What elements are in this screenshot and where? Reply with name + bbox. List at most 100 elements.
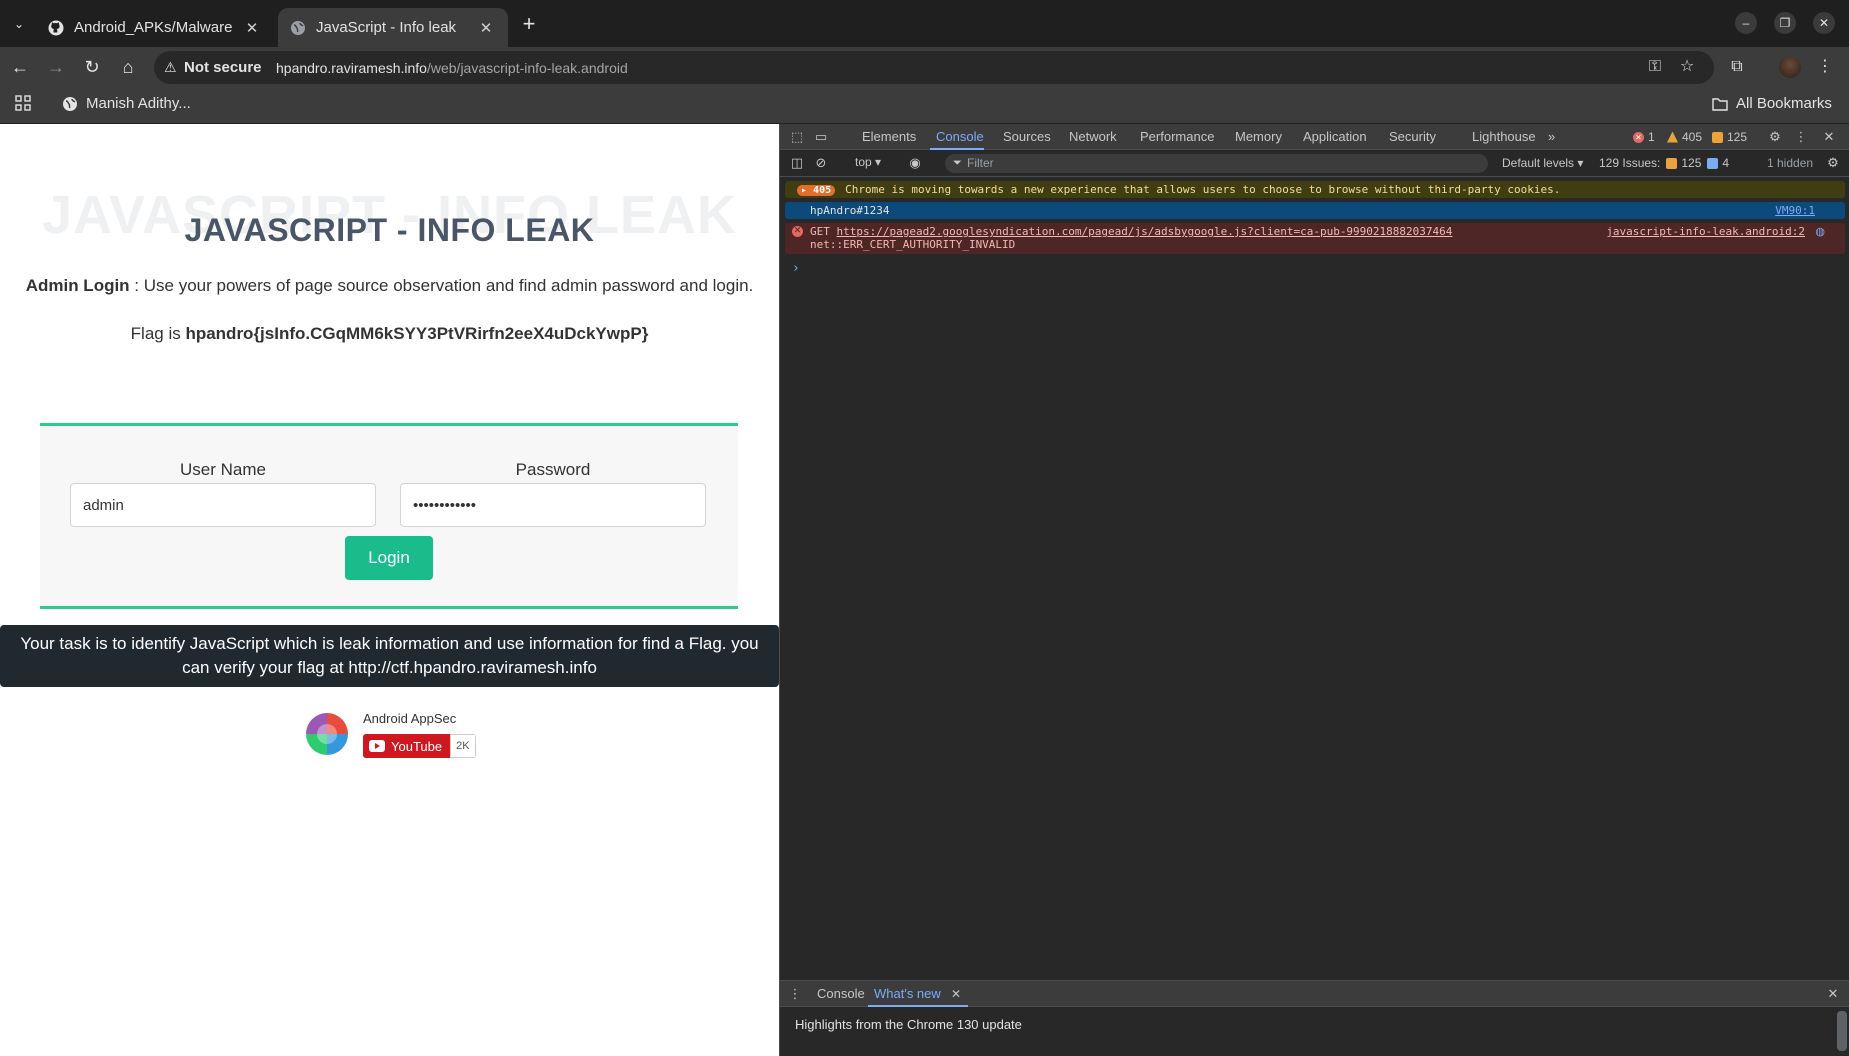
youtube-subscribe-button[interactable]: YouTube 2K <box>363 734 476 758</box>
channel-name[interactable]: Android AppSec <box>363 711 456 726</box>
tab-network[interactable]: Network <box>1069 129 1117 144</box>
channel-logo[interactable] <box>306 713 348 755</box>
tab-application[interactable]: Application <box>1303 129 1367 144</box>
tab-search-icon[interactable]: ⌄ <box>6 11 32 37</box>
console-filter-input[interactable]: ⏷ Filter <box>945 154 1488 173</box>
warning-icon[interactable]: ⚠ <box>164 59 177 76</box>
devtools-panel: ⬚ ▭ Elements Console Sources Network Per… <box>779 124 1849 1056</box>
profile-avatar[interactable] <box>1779 56 1801 78</box>
repeat-count-badge[interactable]: ▸ 405 <box>797 185 836 196</box>
more-tabs-icon[interactable]: » <box>1548 129 1555 144</box>
menu-kebab-icon[interactable]: ⋮ <box>1815 57 1835 77</box>
globe-icon <box>291 20 305 35</box>
security-label[interactable]: Not secure <box>184 59 262 76</box>
device-toolbar-icon[interactable]: ▭ <box>812 128 830 146</box>
console-warning-message[interactable]: ▸ 405 Chrome is moving towards a new expe… <box>785 181 1845 198</box>
drawer-scrollbar[interactable] <box>1837 1011 1847 1051</box>
settings-gear-icon[interactable]: ⚙ <box>1766 128 1784 146</box>
issue-info-icon <box>1707 157 1719 169</box>
console-filter-bar: ◫ ⊘ top ▾ ◉ ⏷ Filter Default levels ▾ 129… <box>780 150 1849 177</box>
address-bar[interactable]: ⚠ Not secure hpandro.raviramesh.info/web… <box>154 51 1714 84</box>
network-globe-icon[interactable]: ◍ <box>1815 225 1825 238</box>
drawer-tabbar: ⋮ Console What's new ✕ ✕ <box>780 981 1849 1007</box>
log-source-link[interactable]: VM90:1 <box>1775 204 1815 217</box>
issues-count[interactable]: 125 <box>1712 130 1747 144</box>
minimize-icon[interactable]: – <box>1735 12 1757 34</box>
error-url-link[interactable]: https://pagead2.googlesyndication.com/pa… <box>837 225 1453 238</box>
devtools-drawer: ⋮ Console What's new ✕ ✕ Highlights from… <box>780 980 1849 1056</box>
bookmark-star-icon[interactable]: ☆ <box>1677 57 1697 77</box>
bookmark-item[interactable]: Manish Adithy... <box>62 95 191 112</box>
console-log-message[interactable]: hpAndro#1234 VM90:1 <box>785 202 1845 219</box>
tab-github[interactable]: Android_APKs/Malware ✕ <box>36 8 274 47</box>
drawer-tab-console[interactable]: Console <box>817 986 865 1001</box>
password-input[interactable]: •••••••••••• <box>400 483 706 527</box>
context-select[interactable]: top ▾ <box>855 155 881 169</box>
sidebar-toggle-icon[interactable]: ◫ <box>788 154 806 172</box>
error-icon: ✕ <box>792 226 803 237</box>
live-expression-eye-icon[interactable]: ◉ <box>906 154 924 172</box>
back-icon[interactable]: ← <box>8 55 32 79</box>
tab-strip: ⌄ Android_APKs/Malware ✕ JavaScript - In… <box>0 0 1849 47</box>
error-count[interactable]: ✕ 1 <box>1633 130 1655 144</box>
close-devtools-icon[interactable]: ✕ <box>1820 128 1838 146</box>
folder-icon <box>1712 97 1728 111</box>
error-icon: ✕ <box>1633 131 1644 143</box>
globe-icon <box>63 96 77 111</box>
tab-console[interactable]: Console <box>936 129 984 144</box>
close-drawer-tab-icon[interactable]: ✕ <box>951 987 961 1001</box>
tab-elements[interactable]: Elements <box>862 129 916 144</box>
home-icon[interactable]: ⌂ <box>116 55 140 79</box>
drawer-menu-icon[interactable]: ⋮ <box>786 985 804 1003</box>
restore-icon[interactable]: ❐ <box>1774 12 1796 34</box>
flag-value: hpandro{jsInfo.CGqMM6kSYY3PtVRirfn2eeX4u… <box>185 324 649 343</box>
devtools-menu-icon[interactable]: ⋮ <box>1792 128 1810 146</box>
password-key-icon[interactable]: ⚿ <box>1645 57 1665 77</box>
username-input[interactable]: admin <box>70 483 376 527</box>
new-tab-icon[interactable]: + <box>516 12 542 38</box>
tab-lighthouse[interactable]: Lighthouse <box>1472 129 1536 144</box>
clear-console-icon[interactable]: ⊘ <box>812 154 830 172</box>
console-prompt[interactable]: › <box>792 261 800 276</box>
tab-performance[interactable]: Performance <box>1140 129 1214 144</box>
issues-warn-count: 125 <box>1681 156 1702 170</box>
console-error-message[interactable]: ✕ GET https://pagead2.googlesyndication.… <box>785 223 1845 254</box>
issues-info-count: 4 <box>1722 156 1730 170</box>
issues-button[interactable]: 129 Issues: 125 4 <box>1599 156 1729 170</box>
url-text[interactable]: hpandro.raviramesh.info/web/javascript-i… <box>276 60 628 76</box>
inspect-element-icon[interactable]: ⬚ <box>788 128 806 146</box>
drawer-tab-whats-new[interactable]: What's new <box>874 986 941 1001</box>
repeat-count: 405 <box>813 185 832 196</box>
extensions-icon[interactable]: ⧉ <box>1727 57 1747 77</box>
tab-javascript-info-leak[interactable]: JavaScript - Info leak ✕ <box>278 8 508 47</box>
close-tab-icon[interactable]: ✕ <box>476 19 496 37</box>
task-description: Your task is to identify JavaScript whic… <box>0 625 779 687</box>
tab-security[interactable]: Security <box>1389 129 1436 144</box>
forward-icon[interactable]: → <box>44 55 68 79</box>
instruction-text: Admin Login : Use your powers of page so… <box>0 276 779 296</box>
warning-count-value: 405 <box>1682 130 1703 144</box>
tab-sources[interactable]: Sources <box>1003 129 1051 144</box>
bookmark-label: Manish Adithy... <box>86 95 191 112</box>
close-drawer-icon[interactable]: ✕ <box>1824 985 1842 1003</box>
username-label: User Name <box>180 460 266 479</box>
flag-line: Flag is hpandro{jsInfo.CGqMM6kSYY3PtVRir… <box>0 324 779 344</box>
reload-icon[interactable]: ↻ <box>80 55 104 79</box>
apps-grid-icon[interactable] <box>15 95 31 111</box>
drawer-active-indicator <box>868 1005 968 1007</box>
warning-count[interactable]: 405 <box>1667 130 1702 144</box>
console-settings-icon[interactable]: ⚙ <box>1824 154 1842 172</box>
error-source-link[interactable]: javascript-info-leak.android:2 <box>1606 225 1805 238</box>
error-detail: net::ERR_CERT_AUTHORITY_INVALID <box>810 238 1016 251</box>
close-window-icon[interactable]: ✕ <box>1813 12 1835 34</box>
close-tab-icon[interactable]: ✕ <box>242 19 262 37</box>
url-path: /web/javascript-info-leak.android <box>426 60 628 76</box>
log-levels-dropdown[interactable]: Default levels ▾ <box>1502 156 1583 170</box>
log-text: hpAndro#1234 <box>810 204 890 217</box>
context-value: top <box>855 155 872 169</box>
login-button[interactable]: Login <box>345 536 433 580</box>
login-form: User Name admin Password •••••••••••• Lo… <box>40 423 738 609</box>
tab-memory[interactable]: Memory <box>1235 129 1282 144</box>
warning-icon <box>1667 131 1678 143</box>
all-bookmarks[interactable]: All Bookmarks <box>1712 95 1832 112</box>
